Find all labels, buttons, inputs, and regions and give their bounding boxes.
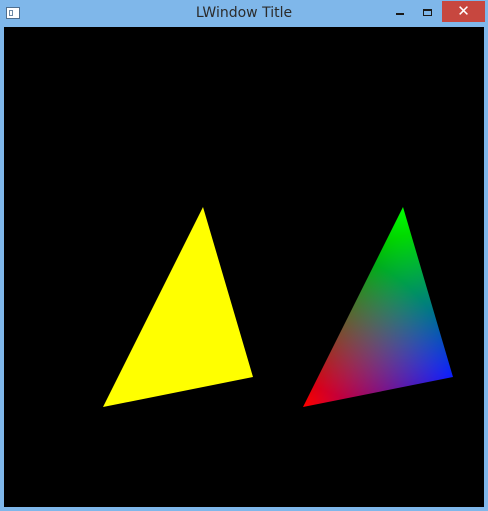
title-bar[interactable]: LWindow Title ✕ bbox=[0, 0, 488, 27]
yellow-triangle bbox=[103, 207, 253, 407]
render-canvas[interactable] bbox=[4, 27, 484, 507]
rgb-triangle bbox=[303, 207, 453, 407]
maximize-icon bbox=[422, 8, 432, 16]
scene-svg bbox=[103, 207, 453, 407]
close-icon: ✕ bbox=[457, 2, 470, 20]
maximize-button[interactable] bbox=[415, 2, 439, 22]
app-window: LWindow Title ✕ bbox=[0, 0, 488, 511]
minimize-icon bbox=[396, 13, 404, 15]
minimize-button[interactable] bbox=[389, 2, 411, 22]
close-button[interactable]: ✕ bbox=[442, 1, 485, 22]
